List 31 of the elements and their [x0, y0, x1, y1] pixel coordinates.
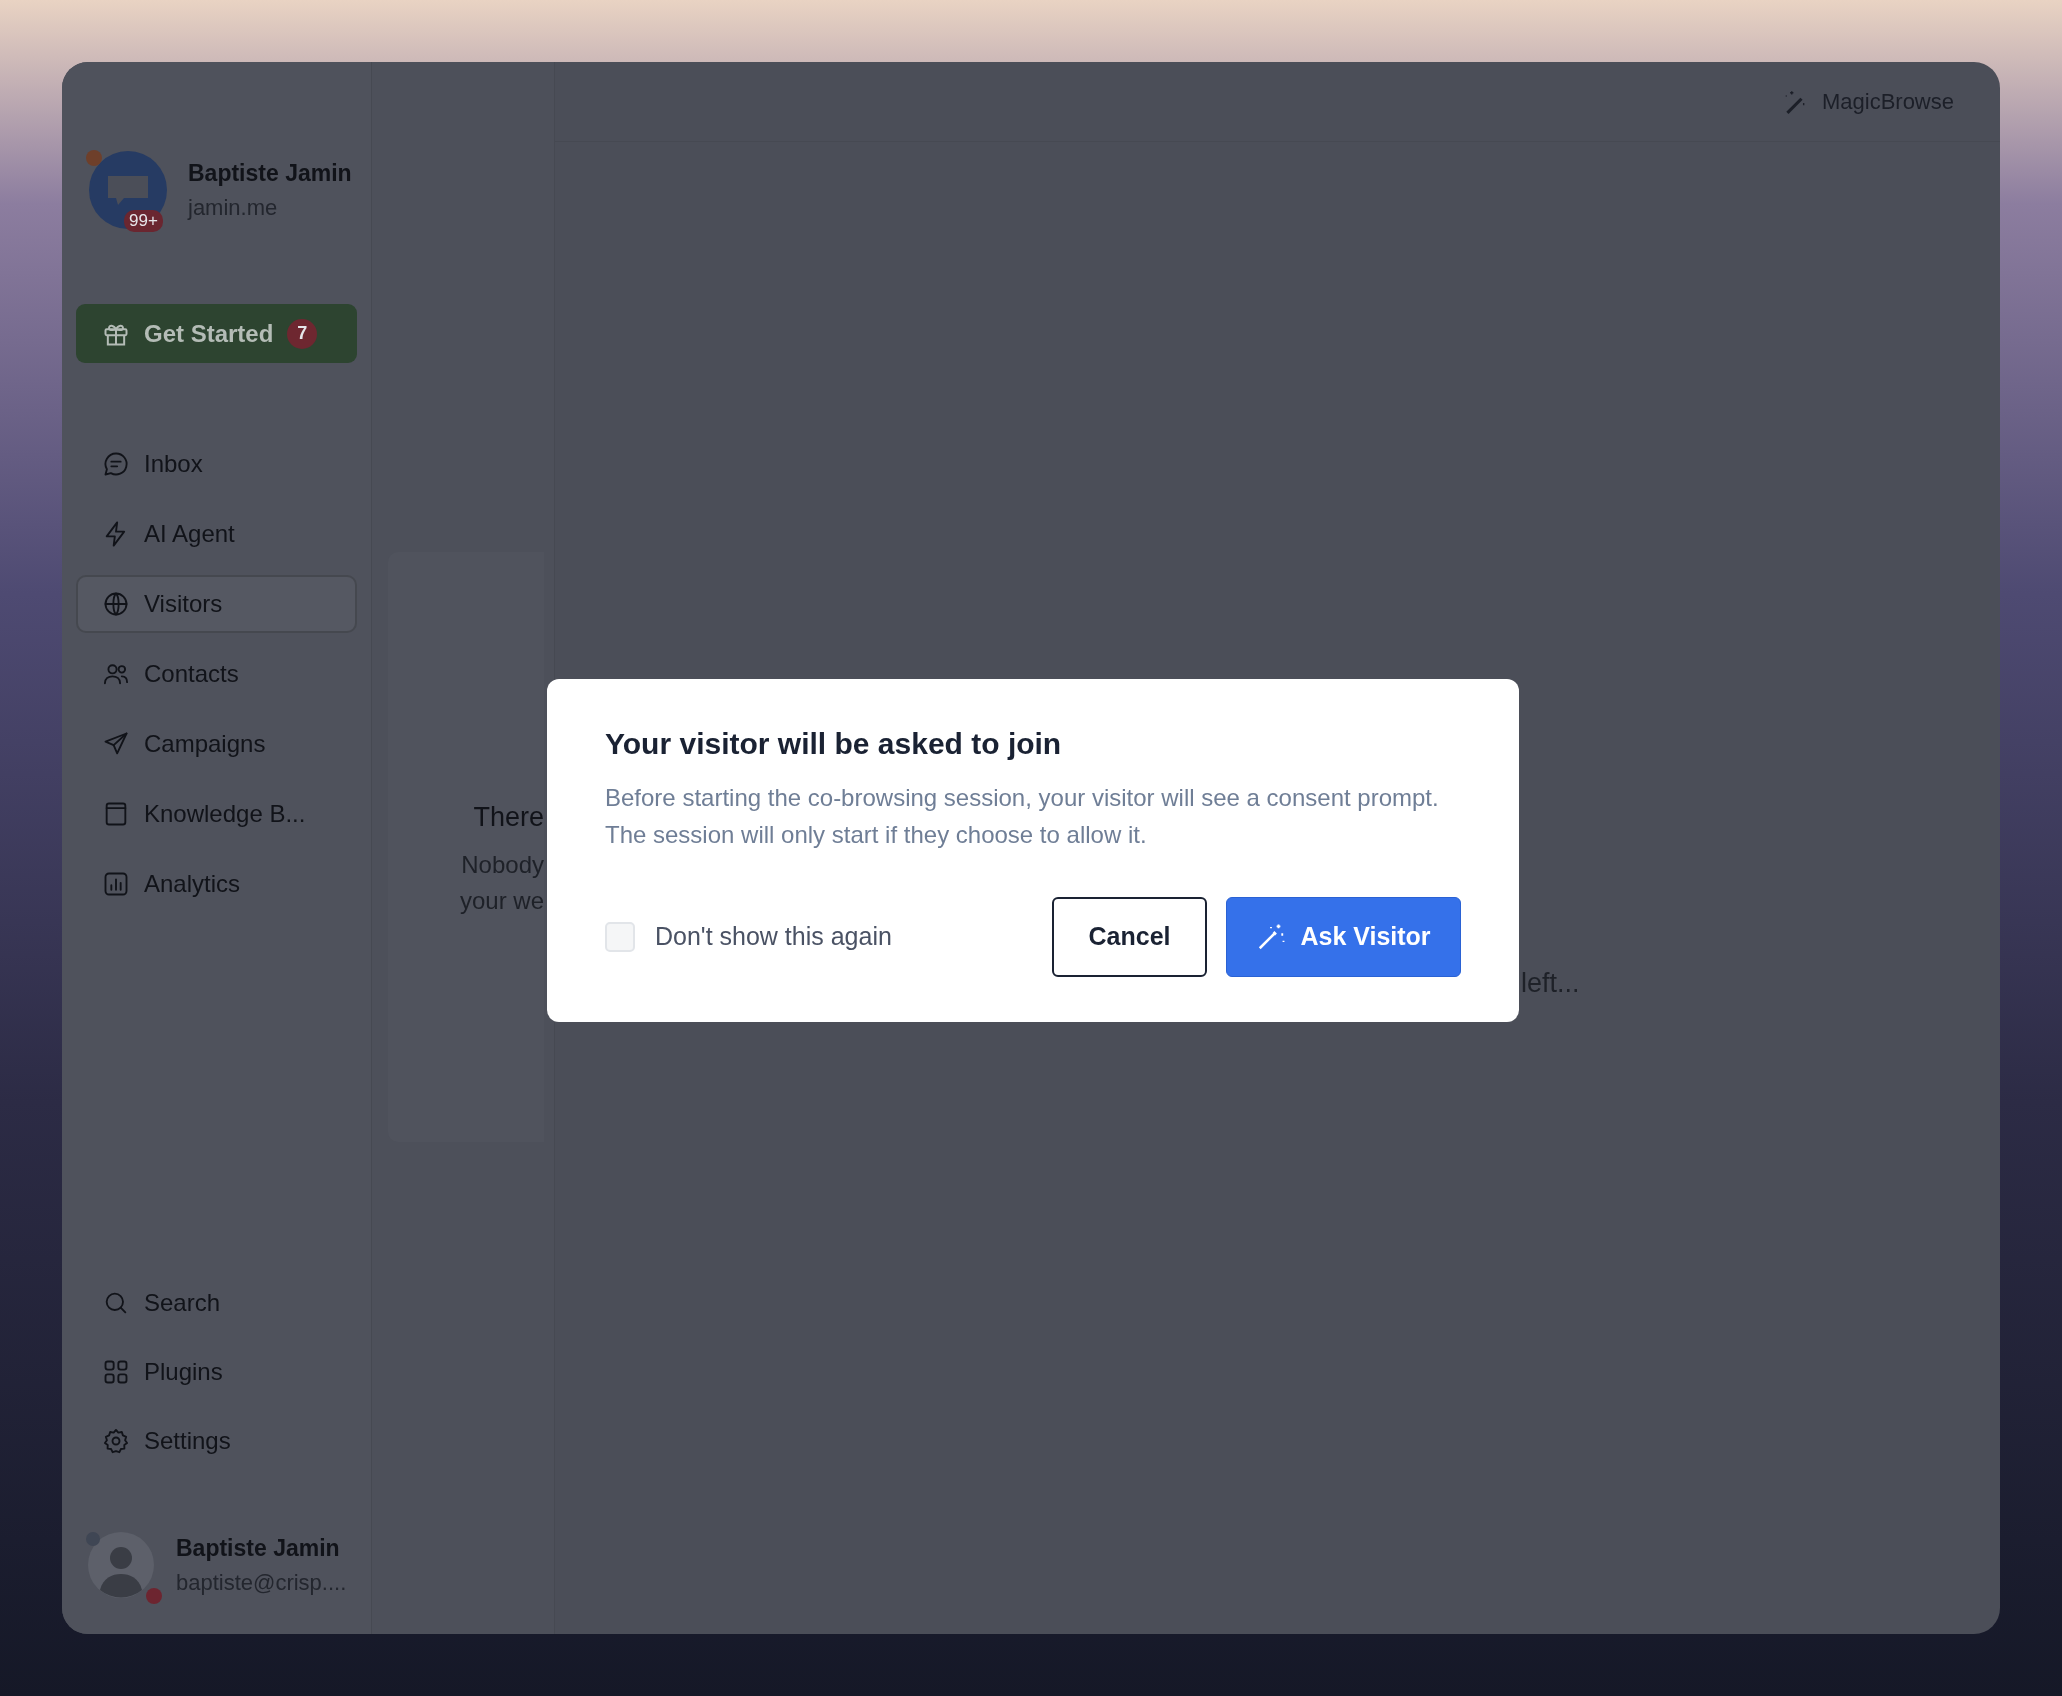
avatar-silhouette-icon — [88, 1532, 154, 1598]
nav-item[interactable]: Visitors — [76, 575, 357, 633]
user-name: Baptiste Jamin — [176, 1534, 341, 1562]
nav-item[interactable]: Contacts — [76, 645, 357, 703]
nav-item[interactable]: Analytics — [76, 855, 357, 913]
dialog-message: Before starting the co-browsing session, your visitor will see a consent prompt. The session will only start if they choose to allow it. — [605, 782, 1440, 850]
nav-item[interactable]: Plugins — [76, 1343, 357, 1401]
settings-icon — [102, 1427, 130, 1455]
nav-item[interactable]: Settings — [76, 1412, 357, 1470]
dialog-title: Your visitor will be asked to join — [605, 726, 1063, 761]
nav-item[interactable]: Knowledge B... — [76, 785, 357, 843]
unread-badge: 99+ — [124, 210, 163, 232]
status-dot — [86, 150, 102, 166]
nav-item[interactable]: Inbox — [76, 435, 357, 493]
chat-bubble-icon — [102, 450, 130, 478]
globe-icon — [102, 590, 130, 618]
empty-state-title: There — [473, 802, 544, 833]
nav-item[interactable]: Search — [76, 1274, 357, 1332]
grid-icon — [102, 1358, 130, 1386]
checkbox-label[interactable]: Don't show this again — [655, 922, 892, 951]
website-name: Baptiste Jamin — [188, 159, 352, 187]
count-badge: 7 — [287, 318, 318, 349]
chart-icon — [102, 870, 130, 898]
ask-visitor-button[interactable]: Ask Visitor — [1226, 896, 1461, 977]
get-started-button[interactable]: Get Started 7 — [76, 304, 357, 363]
checkbox[interactable] — [605, 921, 635, 952]
nav-item[interactable]: Campaigns — [76, 715, 357, 773]
presence-dot — [146, 1588, 162, 1604]
nav-item[interactable]: AI Agent — [76, 505, 357, 563]
cancel-button[interactable]: Cancel — [1052, 896, 1207, 977]
status-dot — [86, 1532, 100, 1546]
